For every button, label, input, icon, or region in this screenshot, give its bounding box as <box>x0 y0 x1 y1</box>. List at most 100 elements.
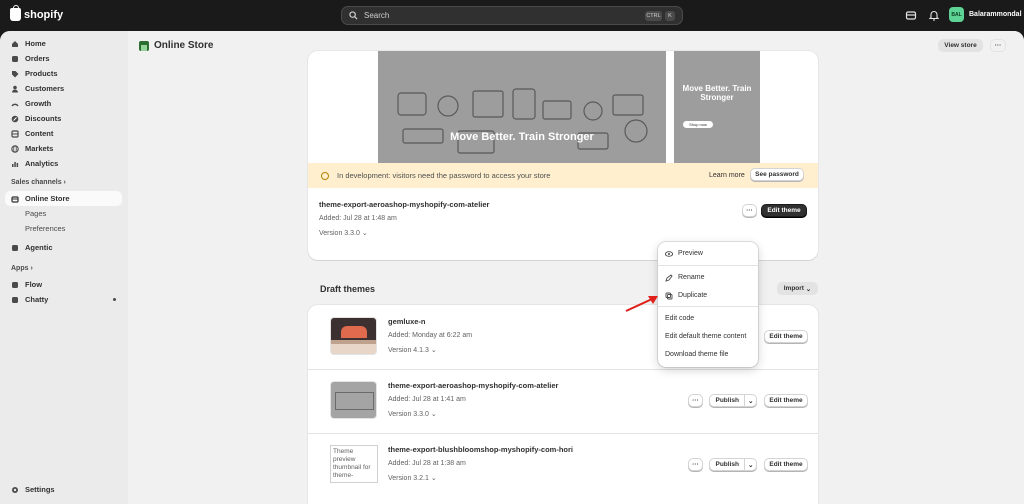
sidebar-item-label: Products <box>25 69 58 78</box>
current-theme-name: theme-export-aeroashop-myshopify-com-ate… <box>319 200 490 209</box>
draft-theme-version[interactable]: Version 3.3.0 ⌄ <box>388 410 437 418</box>
sidebar-item-label: Analytics <box>25 159 59 168</box>
shopify-bag-icon <box>10 5 21 21</box>
menu-item-preview[interactable]: Preview <box>661 246 755 261</box>
menu-item-download-theme[interactable]: Download theme file <box>661 347 755 362</box>
sidebar-item-growth[interactable]: Growth <box>5 96 122 111</box>
sidebar-item-online-store[interactable]: Online Store <box>5 191 122 206</box>
sidebar-item-orders[interactable]: Orders <box>5 51 122 66</box>
draft-theme-added: Added: Monday at 6:22 am <box>388 332 473 339</box>
sidebar-item-chatty[interactable]: Chatty <box>5 292 122 307</box>
sidebar-item-customers[interactable]: Customers <box>5 81 122 96</box>
edit-theme-button[interactable]: Edit theme <box>764 330 808 343</box>
sidebar-item-products[interactable]: Products <box>5 66 122 81</box>
menu-divider <box>658 265 758 266</box>
chevron-down-icon[interactable]: ⌄ <box>744 459 756 470</box>
page-title-text: Online Store <box>154 40 214 51</box>
sidebar-item-agentic[interactable]: Agentic <box>5 240 122 255</box>
see-password-button[interactable]: See password <box>750 168 804 181</box>
preview-illustration <box>397 88 648 154</box>
main-content: Online Store View store ··· Move Better.… <box>128 31 1024 504</box>
home-icon <box>11 40 19 48</box>
edit-theme-button[interactable]: Edit theme <box>764 394 808 407</box>
sidebar-item-label: Agentic <box>25 243 53 252</box>
sidebar-item-label: Pages <box>25 209 47 218</box>
more-actions-button[interactable]: ··· <box>688 458 703 471</box>
draft-theme-version[interactable]: Version 4.1.3 ⌄ <box>388 346 437 354</box>
theme-thumbnail[interactable] <box>330 381 377 419</box>
sidebar-item-analytics[interactable]: Analytics <box>5 156 122 171</box>
theme-thumbnail[interactable] <box>330 317 377 355</box>
sidebar-item-preferences[interactable]: Preferences <box>5 221 122 236</box>
online-store-icon <box>11 195 19 203</box>
learn-more-link[interactable]: Learn more <box>709 172 745 179</box>
search-placeholder: Search <box>364 11 390 20</box>
apps-label[interactable]: Apps › <box>11 265 33 272</box>
menu-item-rename[interactable]: Rename <box>661 270 755 285</box>
menu-item-label: Download theme file <box>665 351 729 358</box>
view-store-button[interactable]: View store <box>938 39 983 52</box>
kbd-k: K <box>665 11 675 21</box>
search-input[interactable]: Search CTRL K <box>341 6 683 25</box>
info-icon <box>321 171 329 180</box>
sidebar-item-label: Customers <box>25 84 65 93</box>
sidebar-item-label: Online Store <box>25 194 70 203</box>
edit-theme-button[interactable]: Edit theme <box>764 458 808 471</box>
more-actions-button[interactable]: ··· <box>742 204 757 217</box>
growth-icon <box>11 100 19 108</box>
sidebar-item-markets[interactable]: Markets <box>5 141 122 156</box>
bell-icon[interactable] <box>928 9 940 21</box>
more-actions-button[interactable]: ··· <box>688 394 703 407</box>
sidebar-item-label: Chatty <box>25 295 49 304</box>
theme-thumbnail-broken[interactable]: Theme preview thumbnail for theme- <box>330 445 378 483</box>
kbd-ctrl: CTRL <box>645 11 662 21</box>
discount-icon <box>11 115 19 123</box>
publish-button[interactable]: Publish <box>710 459 744 470</box>
draft-theme-name: gemluxe-n <box>388 317 426 326</box>
person-icon <box>11 85 19 93</box>
edit-theme-button[interactable]: Edit theme <box>761 204 807 217</box>
publish-split-button[interactable]: Publish ⌄ <box>709 458 757 471</box>
theme-actions-menu: Preview Rename Duplicate Edit code Edit … <box>658 242 758 367</box>
desktop-preview[interactable]: Move Better. Train Stronger <box>378 51 666 163</box>
menu-divider <box>658 306 758 307</box>
sidebar-item-settings[interactable]: Settings <box>5 482 122 497</box>
sidebar-item-content[interactable]: Content <box>5 126 122 141</box>
online-store-icon <box>139 40 149 51</box>
sidebar-item-pages[interactable]: Pages <box>5 206 122 221</box>
menu-item-label: Duplicate <box>678 292 708 299</box>
header-more-button[interactable]: ··· <box>990 39 1006 52</box>
publish-button[interactable]: Publish <box>710 395 744 406</box>
menu-item-edit-default-content[interactable]: Edit default theme content <box>661 329 755 344</box>
sales-channels-label[interactable]: Sales channels › <box>11 179 66 186</box>
sidebar-item-flow[interactable]: Flow <box>5 277 122 292</box>
chatty-icon <box>11 296 19 304</box>
menu-item-edit-code[interactable]: Edit code <box>661 311 755 326</box>
import-button[interactable]: Import ⌄ <box>777 282 818 295</box>
draft-theme-version[interactable]: Version 3.2.1 ⌄ <box>388 474 437 482</box>
preview-small-headline: Move Better. Train Stronger <box>682 84 752 102</box>
draft-themes-title: Draft themes <box>320 284 376 294</box>
page-title: Online Store <box>139 40 213 51</box>
current-theme-version[interactable]: Version 3.3.0 ⌄ <box>319 229 368 237</box>
sidebar-item-label: Settings <box>25 485 55 494</box>
gear-icon <box>11 486 19 494</box>
avatar: BAL <box>949 7 964 22</box>
menu-item-duplicate[interactable]: Duplicate <box>661 288 755 303</box>
admin-frame: Home Orders Products Customers Growth Di… <box>0 31 1024 504</box>
duplicate-icon <box>665 292 673 299</box>
menu-item-label: Rename <box>678 274 705 281</box>
publish-split-button[interactable]: Publish ⌄ <box>709 394 757 407</box>
shopify-logo[interactable]: shopify <box>10 5 63 21</box>
content-icon <box>11 129 19 138</box>
sidebar-item-discounts[interactable]: Discounts <box>5 111 122 126</box>
store-switcher-icon[interactable] <box>905 9 917 21</box>
tag-icon <box>11 70 19 78</box>
draft-theme-name: theme-export-aeroashop-myshopify-com-ate… <box>388 381 559 390</box>
sidebar-item-home[interactable]: Home <box>5 36 122 51</box>
current-theme-card: Move Better. Train Stronger Move Better.… <box>308 51 818 260</box>
annotation-arrow <box>625 296 658 312</box>
chevron-down-icon[interactable]: ⌄ <box>744 395 756 406</box>
mobile-preview[interactable]: Move Better. Train Stronger Shop now <box>674 51 760 163</box>
user-menu[interactable]: BAL Balarammondal <box>949 7 1022 22</box>
